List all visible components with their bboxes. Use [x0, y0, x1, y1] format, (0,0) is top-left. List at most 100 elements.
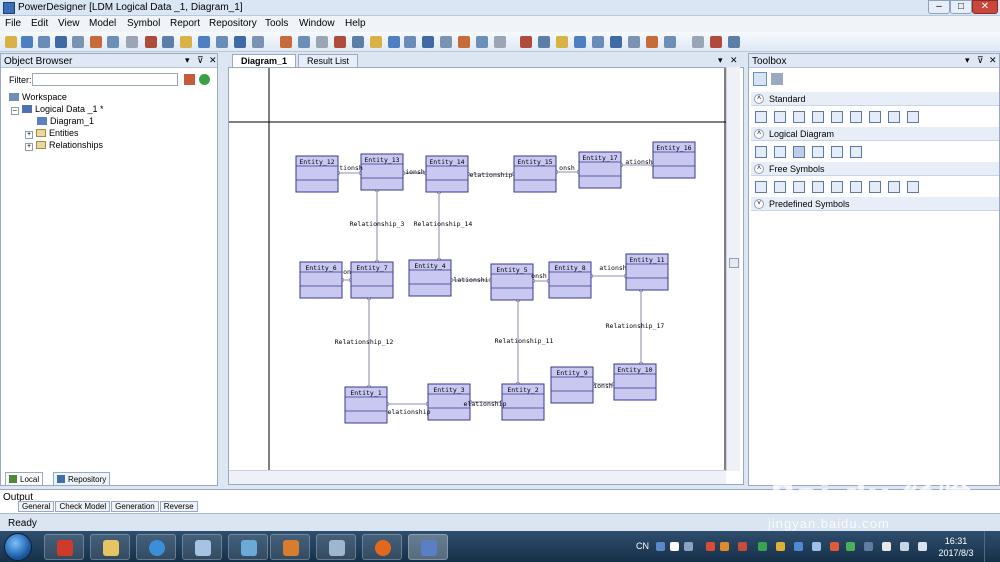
flag-icon[interactable] [882, 542, 891, 551]
diagram-svg[interactable]: Entity_1 Entity_2 Entity_3 Entity_4 Entity_5… [229, 68, 744, 485]
diagram-canvas[interactable]: Entity_1 Entity_2 Entity_3 Entity_4 Entity_5… [228, 67, 744, 485]
tree-entities[interactable]: + Entities [25, 128, 79, 139]
toolbar-tool-icon[interactable] [476, 36, 488, 48]
entity-entity-12[interactable]: Entity_12 [295, 155, 339, 193]
pin-menu-icon[interactable]: ▾ [965, 55, 970, 66]
toolbar-tool-icon[interactable] [520, 36, 532, 48]
tab-repository[interactable]: Repository [53, 472, 111, 486]
relationship-label[interactable]: elationship [387, 408, 430, 416]
file-icon[interactable] [850, 146, 862, 158]
toolbar-tool-icon[interactable] [252, 36, 264, 48]
panel-close-icon[interactable]: ✕ [989, 55, 997, 66]
toolbar-tool-icon[interactable] [162, 36, 174, 48]
toolbar-tool-icon[interactable] [180, 36, 192, 48]
toolbar-tool-icon[interactable] [126, 36, 138, 48]
list-view-icon[interactable] [771, 73, 783, 85]
menu-report[interactable]: Report [170, 18, 200, 29]
toolbar-tool-icon[interactable] [5, 36, 17, 48]
toolbar-tool-icon[interactable] [646, 36, 658, 48]
ellipse-icon[interactable] [850, 181, 862, 193]
toolbar-tool-icon[interactable] [710, 36, 722, 48]
toolbar-tool-icon[interactable] [334, 36, 346, 48]
menu-view[interactable]: View [58, 18, 80, 29]
expand-icon[interactable]: + [25, 143, 33, 151]
clear-filter-icon[interactable] [184, 74, 195, 85]
tree-model[interactable]: – Logical Data _1 * [11, 104, 104, 115]
taskbar-app-4[interactable] [182, 534, 222, 560]
collapse-icon[interactable]: – [11, 107, 19, 115]
toolbar-tool-icon[interactable] [592, 36, 604, 48]
autohide-pin-icon[interactable]: ⊽ [977, 55, 984, 66]
toolbar-tool-icon[interactable] [280, 36, 292, 48]
relationship-label[interactable]: lationshi [453, 276, 488, 284]
zoom-out-icon[interactable] [812, 111, 824, 123]
scroll-thumb[interactable] [729, 258, 739, 268]
horizontal-scrollbar[interactable] [229, 470, 726, 484]
relationship-label[interactable]: Relationship_17 [606, 322, 665, 330]
menu-edit[interactable]: Edit [31, 18, 48, 29]
network-icon[interactable] [812, 542, 821, 551]
toolbar-tool-icon[interactable] [494, 36, 506, 48]
entity-entity-14[interactable]: Entity_14 [425, 155, 469, 193]
filter-input[interactable] [32, 73, 178, 86]
entity-entity-5[interactable]: Entity_5 [490, 263, 534, 301]
menu-window[interactable]: Window [299, 18, 335, 29]
menu-file[interactable]: File [5, 18, 21, 29]
tab-general[interactable]: General [18, 501, 55, 512]
menu-symbol[interactable]: Symbol [127, 18, 160, 29]
relationship-label[interactable]: Relationship_14 [414, 220, 473, 228]
tab-check-model[interactable]: Check Model [55, 501, 111, 512]
entity-entity-17[interactable]: Entity_17 [578, 151, 622, 189]
taskbar-app-7[interactable] [316, 534, 356, 560]
entity-icon[interactable] [774, 146, 786, 158]
section-logical-diagram[interactable]: ˄ Logical Diagram [751, 127, 999, 141]
tab-local[interactable]: Local [5, 472, 44, 486]
menu-tools[interactable]: Tools [265, 18, 288, 29]
toolbar-tool-icon[interactable] [404, 36, 416, 48]
document-menu-icon[interactable]: ▾ [718, 55, 723, 65]
toolbar-tool-icon[interactable] [664, 36, 676, 48]
relationship-label[interactable]: ationsh [625, 158, 652, 166]
toolbar-tool-icon[interactable] [422, 36, 434, 48]
entity-entity-15[interactable]: Entity_15 [513, 155, 557, 193]
taskbar-app-5[interactable] [228, 534, 268, 560]
relationship-label[interactable]: onsh [531, 272, 547, 280]
association-icon[interactable] [831, 146, 843, 158]
relationship-label[interactable]: elationship [469, 171, 512, 179]
tray-icon[interactable] [830, 542, 839, 551]
cut-icon[interactable] [869, 111, 881, 123]
entity-entity-2[interactable]: Entity_2 [501, 383, 545, 421]
volume-icon[interactable] [918, 542, 927, 551]
pointer-icon[interactable] [755, 111, 767, 123]
tree-diagram[interactable]: Diagram_1 [37, 116, 94, 126]
tray-icon[interactable] [720, 542, 729, 551]
tray-icon[interactable] [706, 542, 715, 551]
refresh-icon[interactable] [199, 74, 210, 85]
taskbar-firefox[interactable] [362, 534, 402, 560]
menu-model[interactable]: Model [89, 18, 116, 29]
relationship-label[interactable]: tionsh [339, 164, 363, 172]
entity-entity-16[interactable]: Entity_16 [652, 141, 696, 179]
tab-diagram[interactable]: Diagram_1 [232, 54, 297, 67]
entity-entity-8[interactable]: Entity_8 [548, 261, 592, 299]
tray-icon[interactable] [846, 542, 855, 551]
autohide-pin-icon[interactable]: ⊽ [197, 55, 204, 66]
system-clock[interactable]: 16:31 2017/8/3 [938, 535, 974, 559]
copy-icon[interactable] [888, 111, 900, 123]
entity-entity-11[interactable]: Entity_11 [625, 253, 669, 291]
toolbar-tool-icon[interactable] [440, 36, 452, 48]
entity-entity-10[interactable]: Entity_10 [613, 363, 657, 401]
hand-icon[interactable] [774, 111, 786, 123]
taskbar-app-6[interactable] [270, 534, 310, 560]
section-standard[interactable]: ˄ Standard [751, 92, 999, 106]
line-icon[interactable] [793, 181, 805, 193]
tree-relationships[interactable]: + Relationships [25, 140, 103, 151]
toolbar-tool-icon[interactable] [298, 36, 310, 48]
tray-icon[interactable] [738, 542, 747, 551]
taskbar-explorer[interactable] [90, 534, 130, 560]
toolbar-tool-icon[interactable] [574, 36, 586, 48]
entity-entity-7[interactable]: Entity_7 [350, 261, 394, 299]
entity-entity-13[interactable]: Entity_13 [360, 153, 404, 191]
section-predefined-symbols[interactable]: ˅ Predefined Symbols [751, 197, 999, 211]
taskbar-app-1[interactable] [44, 534, 84, 560]
